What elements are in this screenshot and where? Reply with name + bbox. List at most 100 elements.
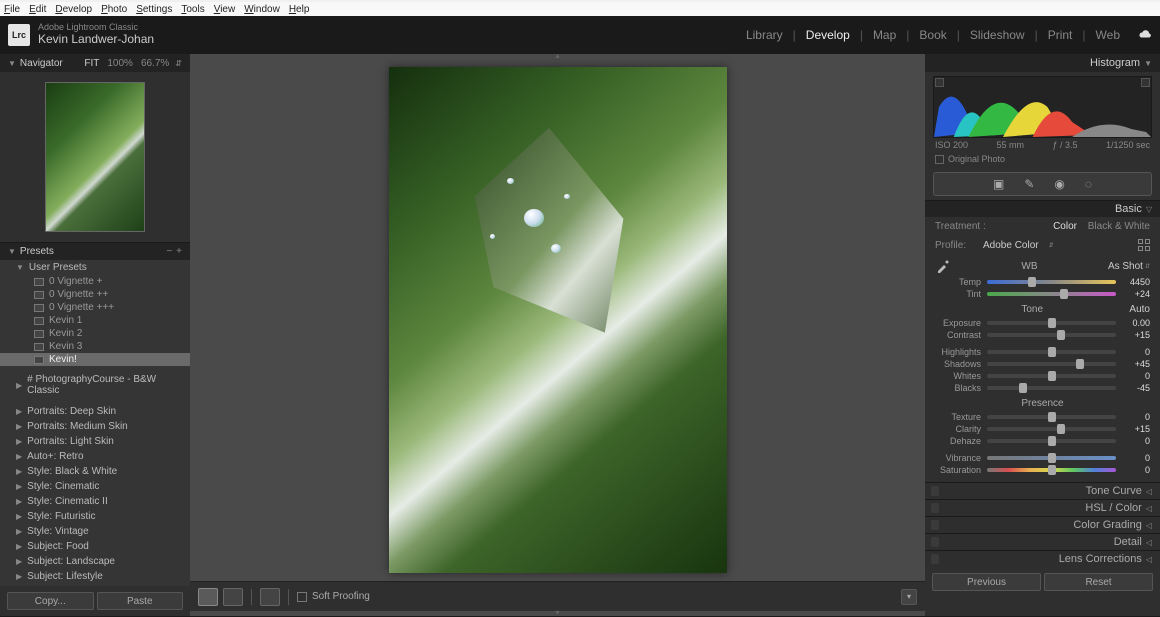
preset-group-bw[interactable]: ▶# PhotographyCourse - B&W Classic xyxy=(0,372,190,398)
navigator-preview[interactable] xyxy=(0,72,190,242)
panel-detail[interactable]: Detail◁ xyxy=(925,533,1160,550)
panel-lens-corrections[interactable]: Lens Corrections◁ xyxy=(925,550,1160,567)
module-web[interactable]: Web xyxy=(1096,28,1120,42)
tint-slider[interactable]: Tint+24 xyxy=(935,288,1150,300)
dehaze-slider[interactable]: Dehaze0 xyxy=(935,435,1150,447)
heal-tool-icon[interactable]: ✎ xyxy=(1024,177,1034,191)
preset-item[interactable]: Kevin! xyxy=(0,353,190,366)
copy-paste-bar: Copy... Paste xyxy=(0,586,190,616)
masking-tool-icon[interactable]: ◌ xyxy=(1085,177,1092,191)
preset-item[interactable]: 0 Vignette +++ xyxy=(0,301,190,314)
preset-group[interactable]: ▶Auto+: Retro xyxy=(0,449,190,464)
exposure-slider[interactable]: Exposure0.00 xyxy=(935,317,1150,329)
preset-group[interactable]: ▶Style: Vintage xyxy=(0,524,190,539)
prev-reset-bar: Previous Reset xyxy=(925,567,1160,597)
minus-icon[interactable]: − xyxy=(166,246,172,257)
panel-color-grading[interactable]: Color Grading◁ xyxy=(925,516,1160,533)
preset-item[interactable]: Kevin 1 xyxy=(0,314,190,327)
shadows-slider[interactable]: Shadows+45 xyxy=(935,358,1150,370)
tone-header: ToneAuto xyxy=(935,300,1150,317)
preset-group-user[interactable]: ▼User Presets xyxy=(0,260,190,275)
highlights-slider[interactable]: Highlights0 xyxy=(935,346,1150,358)
focal-value: 55 mm xyxy=(996,140,1024,150)
plus-icon[interactable]: + xyxy=(176,246,182,257)
original-photo-checkbox[interactable] xyxy=(935,155,944,164)
navigator-header[interactable]: ▼ Navigator FIT 100% 66.7% ⇵ xyxy=(0,54,190,72)
panel-hsl-color[interactable]: HSL / Color◁ xyxy=(925,499,1160,516)
preset-group[interactable]: ▶Subject: Lifestyle xyxy=(0,569,190,584)
module-develop[interactable]: Develop xyxy=(806,28,850,42)
menu-develop[interactable]: Develop xyxy=(55,4,92,15)
preset-group[interactable]: ▶Subject: Landscape xyxy=(0,554,190,569)
preset-item[interactable]: 0 Vignette ++ xyxy=(0,288,190,301)
module-slideshow[interactable]: Slideshow xyxy=(970,28,1025,42)
cloud-icon[interactable] xyxy=(1138,27,1152,44)
redeye-tool-icon[interactable]: ◉ xyxy=(1054,177,1064,191)
auto-button[interactable]: Auto xyxy=(1129,304,1150,315)
preset-item[interactable]: Kevin 3 xyxy=(0,340,190,353)
blacks-slider[interactable]: Blacks-45 xyxy=(935,382,1150,394)
previous-button[interactable]: Previous xyxy=(932,573,1041,591)
menu-photo[interactable]: Photo xyxy=(101,4,127,15)
menu-edit[interactable]: Edit xyxy=(29,4,46,15)
menu-settings[interactable]: Settings xyxy=(136,4,172,15)
texture-slider[interactable]: Texture0 xyxy=(935,411,1150,423)
menu-view[interactable]: View xyxy=(214,4,236,15)
treatment-color[interactable]: Color xyxy=(1053,221,1077,232)
preset-group[interactable]: ▶Style: Cinematic xyxy=(0,479,190,494)
module-map[interactable]: Map xyxy=(873,28,896,42)
left-panel: ▼ Navigator FIT 100% 66.7% ⇵ ▼ Presets −… xyxy=(0,54,190,616)
profile-browse-icon[interactable] xyxy=(1138,239,1150,251)
panel-collapse-bottom[interactable]: ▾ xyxy=(190,611,925,616)
soft-proof-checkbox[interactable] xyxy=(297,592,307,602)
preset-item[interactable]: Kevin 2 xyxy=(0,327,190,340)
paste-button[interactable]: Paste xyxy=(97,592,184,610)
menu-tools[interactable]: Tools xyxy=(181,4,204,15)
wb-picker-icon[interactable] xyxy=(935,258,951,274)
clarity-slider[interactable]: Clarity+15 xyxy=(935,423,1150,435)
presets-title: Presets xyxy=(20,246,54,257)
chevron-updown-icon[interactable]: ⇵ xyxy=(175,59,182,68)
before-after-button[interactable] xyxy=(223,588,243,606)
whites-slider[interactable]: Whites0 xyxy=(935,370,1150,382)
basic-header[interactable]: Basic▽ xyxy=(925,200,1160,217)
module-book[interactable]: Book xyxy=(919,28,946,42)
zoom-fit[interactable]: FIT xyxy=(84,58,99,69)
preset-group[interactable]: ▶Style: Futuristic xyxy=(0,509,190,524)
preset-group[interactable]: ▶Portraits: Deep Skin xyxy=(0,404,190,419)
temp-slider[interactable]: Temp4450 xyxy=(935,276,1150,288)
before-after-swap-button[interactable] xyxy=(260,588,280,606)
histogram-chart[interactable] xyxy=(933,76,1152,138)
histogram-header[interactable]: Histogram▼ xyxy=(925,54,1160,72)
basic-title: Basic xyxy=(1115,203,1142,215)
preset-item[interactable]: 0 Vignette + xyxy=(0,275,190,288)
treatment-bw[interactable]: Black & White xyxy=(1088,221,1150,232)
preset-group[interactable]: ▶Portraits: Light Skin xyxy=(0,434,190,449)
preset-group[interactable]: ▶Style: Black & White xyxy=(0,464,190,479)
zoom-100[interactable]: 100% xyxy=(107,58,133,69)
wb-value[interactable]: As Shot xyxy=(1108,261,1143,272)
image-canvas[interactable] xyxy=(190,59,925,581)
loupe-view-button[interactable] xyxy=(198,588,218,606)
menu-help[interactable]: Help xyxy=(289,4,310,15)
preset-group[interactable]: ▶Style: Cinematic II xyxy=(0,494,190,509)
contrast-slider[interactable]: Contrast+15 xyxy=(935,329,1150,341)
preset-group[interactable]: ▶Subject: Food xyxy=(0,539,190,554)
module-print[interactable]: Print xyxy=(1048,28,1073,42)
panel-tone-curve[interactable]: Tone Curve◁ xyxy=(925,482,1160,499)
tool-strip: ▣ ✎ ◉ ◌ xyxy=(933,172,1152,196)
reset-button[interactable]: Reset xyxy=(1044,573,1153,591)
menu-window[interactable]: Window xyxy=(244,4,280,15)
preset-group[interactable]: ▶Portraits: Medium Skin xyxy=(0,419,190,434)
presets-header[interactable]: ▼ Presets −+ xyxy=(0,242,190,260)
saturation-slider[interactable]: Saturation0 xyxy=(935,464,1150,476)
zoom-custom[interactable]: 66.7% xyxy=(141,58,169,69)
toolbar-dropdown[interactable]: ▾ xyxy=(901,589,917,605)
profile-value[interactable]: Adobe Color xyxy=(983,240,1039,251)
crop-tool-icon[interactable]: ▣ xyxy=(993,177,1004,191)
menu-file[interactable]: File xyxy=(4,4,20,15)
copy-button[interactable]: Copy... xyxy=(7,592,94,610)
vibrance-slider[interactable]: Vibrance0 xyxy=(935,452,1150,464)
identity-name: Kevin Landwer-Johan xyxy=(38,33,154,46)
module-library[interactable]: Library xyxy=(746,28,783,42)
